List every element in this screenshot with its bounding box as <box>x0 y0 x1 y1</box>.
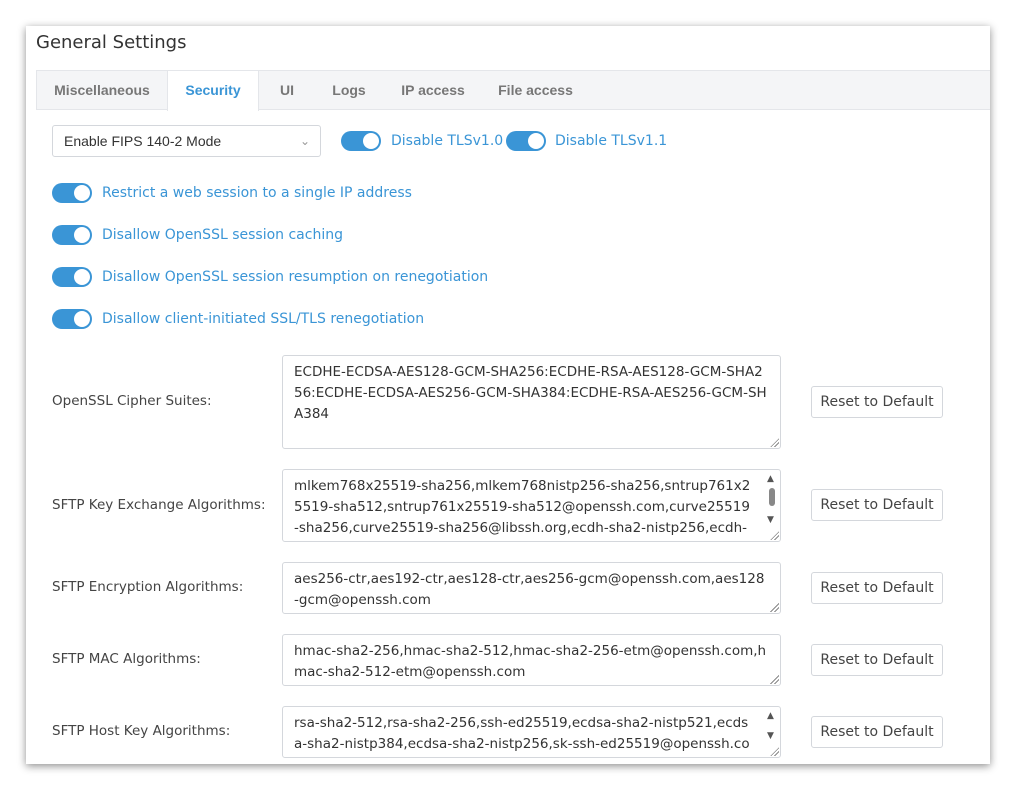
disable-tls10-toggle[interactable] <box>341 131 381 151</box>
resize-grip-icon[interactable] <box>770 675 779 684</box>
ssl-session-resumption-label[interactable]: Disallow OpenSSL session resumption on r… <box>102 267 488 287</box>
disable-tls10-label[interactable]: Disable TLSv1.0 <box>391 131 503 151</box>
general-settings-panel: General Settings Miscellaneous Security … <box>26 26 990 764</box>
tab-ui[interactable]: UI <box>259 71 315 110</box>
disable-tls11-toggle[interactable] <box>506 131 546 151</box>
fips-mode-value: Enable FIPS 140-2 Mode <box>64 133 222 149</box>
host-key-algorithms-value: rsa-sha2-512,rsa-sha2-256,ssh-ed25519,ec… <box>294 715 750 752</box>
encryption-algorithms-textarea[interactable]: aes256-ctr,aes192-ctr,aes128-ctr,aes256-… <box>282 562 781 614</box>
tab-miscellaneous[interactable]: Miscellaneous <box>37 71 167 110</box>
scroll-up-arrow-icon[interactable]: ▲ <box>767 711 774 721</box>
tab-ip-access[interactable]: IP access <box>383 71 483 110</box>
host-key-algorithms-label: SFTP Host Key Algorithms: <box>52 723 231 739</box>
resize-grip-icon[interactable] <box>770 747 779 756</box>
host-key-scrollbar[interactable]: ▲ ▼ <box>766 709 778 745</box>
single-ip-toggle[interactable] <box>52 183 92 203</box>
kex-algorithms-label: SFTP Key Exchange Algorithms: <box>52 497 266 513</box>
reset-cipher-suites-button[interactable]: Reset to Default <box>811 386 943 418</box>
client-renegotiation-toggle[interactable] <box>52 309 92 329</box>
mac-algorithms-textarea[interactable]: hmac-sha2-256,hmac-sha2-512,hmac-sha2-25… <box>282 634 781 686</box>
reset-mac-button[interactable]: Reset to Default <box>811 644 943 676</box>
tab-security[interactable]: Security <box>167 71 259 111</box>
resize-grip-icon[interactable] <box>770 531 779 540</box>
encryption-algorithms-label: SFTP Encryption Algorithms: <box>52 579 244 595</box>
tab-logs[interactable]: Logs <box>315 71 383 110</box>
cipher-suites-textarea[interactable]: ECDHE-ECDSA-AES128-GCM-SHA256:ECDHE-RSA-… <box>282 355 781 449</box>
chevron-down-icon: ⌄ <box>299 134 310 148</box>
mac-algorithms-label: SFTP MAC Algorithms: <box>52 651 201 667</box>
reset-encryption-button[interactable]: Reset to Default <box>811 572 943 604</box>
disable-tls11-label[interactable]: Disable TLSv1.1 <box>555 131 667 151</box>
reset-kex-button[interactable]: Reset to Default <box>811 489 943 521</box>
mac-algorithms-value: hmac-sha2-256,hmac-sha2-512,hmac-sha2-25… <box>294 643 767 680</box>
ssl-session-caching-toggle[interactable] <box>52 225 92 245</box>
scroll-up-arrow-icon[interactable]: ▲ <box>767 474 774 484</box>
cipher-suites-label: OpenSSL Cipher Suites: <box>52 393 212 409</box>
kex-algorithms-value: mlkem768x25519-sha256,mlkem768nistp256-s… <box>294 478 751 536</box>
reset-host-key-button[interactable]: Reset to Default <box>811 716 943 748</box>
kex-algorithms-textarea[interactable]: mlkem768x25519-sha256,mlkem768nistp256-s… <box>282 469 781 542</box>
ssl-session-caching-label[interactable]: Disallow OpenSSL session caching <box>102 225 343 245</box>
scroll-down-arrow-icon[interactable]: ▼ <box>767 515 774 525</box>
fips-mode-select[interactable]: Enable FIPS 140-2 Mode ⌄ <box>52 125 321 157</box>
panel-title: General Settings <box>36 32 187 53</box>
single-ip-label[interactable]: Restrict a web session to a single IP ad… <box>102 183 412 203</box>
tab-file-access[interactable]: File access <box>483 71 588 110</box>
kex-scrollbar[interactable]: ▲ ▼ <box>766 472 778 529</box>
encryption-algorithms-value: aes256-ctr,aes192-ctr,aes128-ctr,aes256-… <box>294 571 765 608</box>
resize-grip-icon[interactable] <box>770 603 779 612</box>
cipher-suites-value: ECDHE-ECDSA-AES128-GCM-SHA256:ECDHE-RSA-… <box>294 364 767 422</box>
scroll-thumb[interactable] <box>769 488 775 506</box>
resize-grip-icon[interactable] <box>770 438 779 447</box>
ssl-session-resumption-toggle[interactable] <box>52 267 92 287</box>
host-key-algorithms-textarea[interactable]: rsa-sha2-512,rsa-sha2-256,ssh-ed25519,ec… <box>282 706 781 758</box>
scroll-down-arrow-icon[interactable]: ▼ <box>767 731 774 741</box>
tab-bar: Miscellaneous Security UI Logs IP access… <box>36 70 990 111</box>
client-renegotiation-label[interactable]: Disallow client-initiated SSL/TLS renego… <box>102 309 424 329</box>
